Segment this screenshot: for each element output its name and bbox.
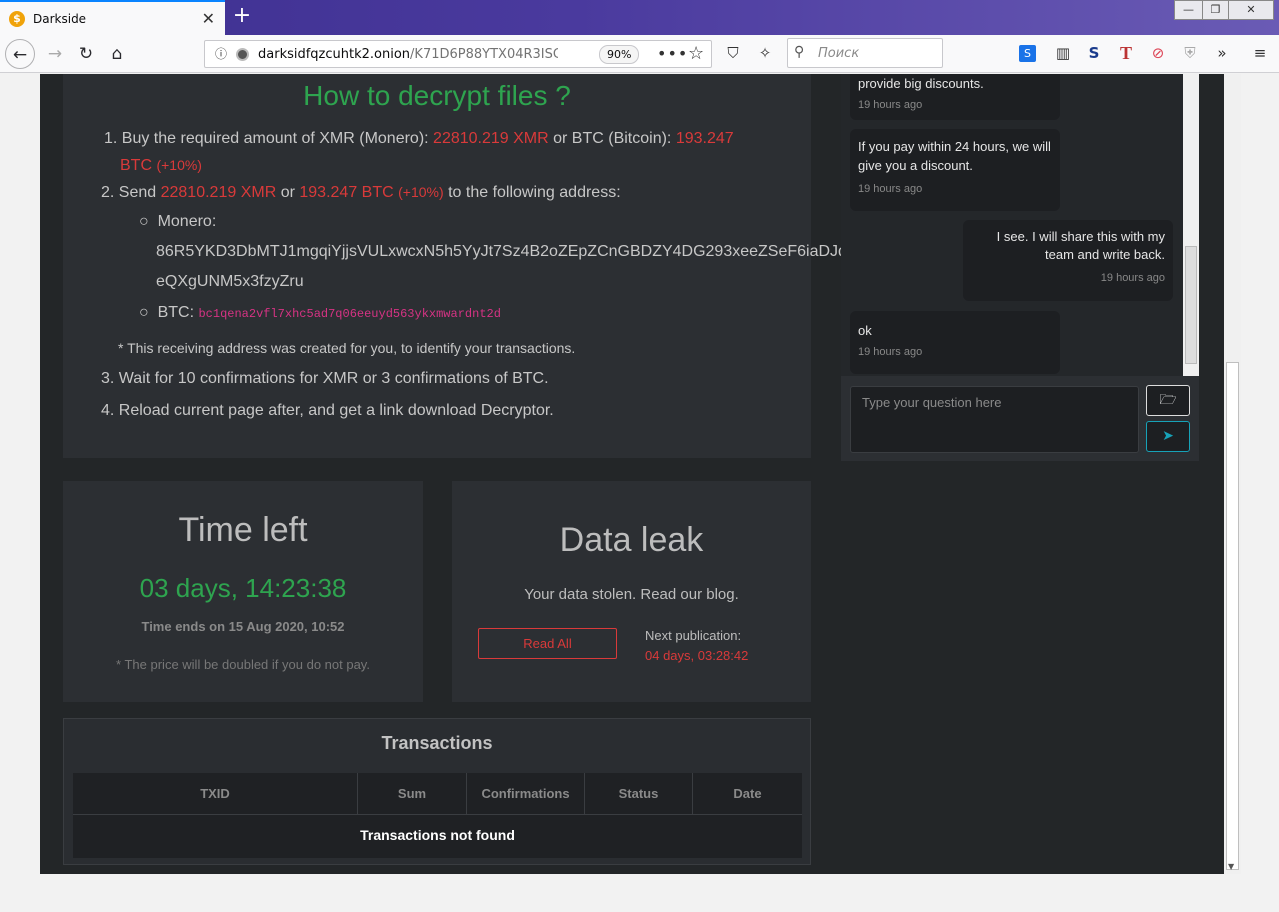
btc-address-row: ○ BTC: bc1qena2vfl7xhc5ad7q06eeuyd563ykx…	[139, 304, 501, 321]
monero-address-line-2[interactable]: eQXgUNM5x3fzyZru	[156, 273, 304, 291]
chat-scrollbar-thumb[interactable]	[1185, 246, 1197, 364]
column-header-txid[interactable]: TXID	[73, 773, 358, 815]
page-content: How to decrypt files ? 1. Buy the requir…	[40, 74, 1224, 874]
attach-file-button[interactable]: 🗁	[1146, 385, 1190, 416]
page-actions-icon[interactable]: •••	[657, 44, 688, 63]
zoom-indicator[interactable]: 90%	[599, 45, 640, 64]
back-button[interactable]: ←	[5, 39, 35, 69]
url-text[interactable]: darksidfqzcuhtk2.onion/K71D6P88YTX04R3IS…	[258, 47, 558, 62]
price-note: * The price will be doubled if you do no…	[116, 657, 370, 672]
time-left-panel: Time left 03 days, 14:23:38 Time ends on…	[63, 481, 423, 702]
search-box[interactable]: ⚲ Поиск	[787, 38, 943, 68]
data-leak-title: Data leak	[559, 521, 704, 559]
home-button[interactable]: ⌂	[102, 39, 132, 69]
shield-icon[interactable]: ⛉	[722, 42, 744, 64]
skype-extension-icon[interactable]: S	[1019, 45, 1036, 62]
transactions-empty-message: Transactions not found	[360, 827, 515, 843]
next-publication-value: 04 days, 03:28:42	[645, 648, 749, 663]
search-icon: ⚲	[794, 44, 805, 60]
step-2: 2. Send 22810.219 XMR or 193.247 BTC (+1…	[101, 184, 621, 201]
chat-question-input[interactable]: Type your question here	[850, 386, 1139, 453]
message-time: 19 hours ago	[1100, 272, 1165, 284]
url-bar[interactable]: ⓘ darksidfqzcuhtk2.onion/K71D6P88YTX04R3…	[204, 40, 712, 68]
folder-icon: 🗁	[1159, 392, 1177, 408]
minimize-button[interactable]: —	[1174, 0, 1202, 20]
close-tab-icon[interactable]: ✕	[202, 9, 215, 28]
url-path: /K71D6P88YTX04R3ISCJZ	[410, 47, 558, 62]
shield-extension-icon[interactable]: ⛨	[1179, 42, 1201, 64]
dollar-favicon-icon: $	[9, 10, 25, 27]
chat-message: If you pay within 24 hours, we will give…	[850, 129, 1060, 211]
read-all-button[interactable]: Read All	[478, 628, 617, 659]
t-extension-icon[interactable]: T	[1115, 42, 1137, 64]
btc-address[interactable]: bc1qena2vfl7xhc5ad7q06eeuyd563ykxmwardnt…	[198, 307, 500, 321]
step-3: 3. Wait for 10 confirmations for XMR or …	[101, 370, 549, 387]
decrypt-instructions-panel: How to decrypt files ? 1. Buy the requir…	[63, 74, 902, 458]
column-header-status[interactable]: Status	[585, 773, 693, 815]
page-scrollbar-thumb[interactable]	[1226, 362, 1239, 870]
url-host: darksidfqzcuhtk2.onion	[258, 47, 411, 62]
hamburger-menu-icon[interactable]: ≡	[1249, 42, 1271, 64]
message-time: 19 hours ago	[858, 346, 923, 358]
countdown: 03 days, 14:23:38	[139, 573, 347, 603]
chat-message: ok 19 hours ago	[850, 311, 1060, 374]
column-header-date[interactable]: Date	[693, 773, 802, 815]
step-1: 1. Buy the required amount of XMR (Moner…	[104, 130, 734, 174]
scroll-down-arrow-icon[interactable]: ▼	[1228, 862, 1234, 871]
data-leak-subtitle: Your data stolen. Read our blog.	[524, 586, 739, 603]
next-publication-label: Next publication:	[645, 628, 742, 643]
address-note: * This receiving address was created for…	[118, 340, 576, 356]
chat-panel: provide big discounts. 19 hours ago If y…	[841, 74, 1199, 461]
message-time: 19 hours ago	[858, 183, 923, 195]
new-tab-button[interactable]: +	[230, 4, 254, 30]
blocker-extension-icon[interactable]: ⊘	[1147, 42, 1169, 64]
chat-log[interactable]: provide big discounts. 19 hours ago If y…	[841, 74, 1183, 376]
magic-wand-icon[interactable]: ✧	[754, 42, 776, 64]
maximize-button[interactable]: ❐	[1202, 0, 1228, 20]
forward-button[interactable]: →	[40, 39, 70, 69]
transactions-panel: Transactions TXID Sum Confirmations Stat…	[63, 718, 811, 865]
message-time: 19 hours ago	[858, 99, 923, 111]
column-header-confirmations[interactable]: Confirmations	[467, 773, 585, 815]
reader-view-icon[interactable]: ▥	[1052, 42, 1074, 64]
time-left-title: Time left	[178, 511, 308, 549]
column-header-sum[interactable]: Sum	[358, 773, 467, 815]
send-message-button[interactable]: ➤	[1146, 421, 1190, 452]
chat-message: provide big discounts. 19 hours ago	[850, 74, 1060, 120]
window-close-button[interactable]: ✕	[1228, 0, 1274, 20]
onion-icon	[236, 48, 249, 61]
browser-titlebar: $ Darkside ✕ + — ❐ ✕	[0, 0, 1279, 35]
paper-plane-icon: ➤	[1162, 428, 1174, 444]
howto-title: How to decrypt files ?	[303, 80, 571, 111]
overflow-menu-icon[interactable]: »	[1211, 42, 1233, 64]
transactions-table: TXID Sum Confirmations Status Date Trans…	[73, 773, 802, 858]
s-extension-icon[interactable]: S	[1083, 42, 1105, 64]
step-4: 4. Reload current page after, and get a …	[101, 402, 554, 419]
info-icon[interactable]: ⓘ	[213, 46, 229, 62]
data-leak-panel: Data leak Your data stolen. Read our blo…	[452, 481, 811, 702]
bookmark-star-icon[interactable]: ☆	[688, 43, 704, 64]
browser-tab[interactable]: $ Darkside ✕	[0, 0, 225, 35]
monero-label: ○ Monero:	[139, 213, 217, 230]
time-ends: Time ends on 15 Aug 2020, 10:52	[141, 619, 345, 634]
monero-address-line-1[interactable]: 86R5YKD3DbMTJ1mgqiYjjsVULxwcxN5h5YyJt7Sz…	[156, 243, 902, 261]
tab-title: Darkside	[33, 11, 87, 26]
transactions-title: Transactions	[381, 733, 493, 753]
chat-scrollbar[interactable]	[1183, 74, 1199, 376]
page-scrollbar[interactable]: ▼	[1224, 74, 1241, 874]
reload-button[interactable]: ↻	[71, 39, 101, 69]
chat-message: I see. I will share this with my team an…	[963, 220, 1173, 301]
search-placeholder: Поиск	[818, 46, 860, 61]
